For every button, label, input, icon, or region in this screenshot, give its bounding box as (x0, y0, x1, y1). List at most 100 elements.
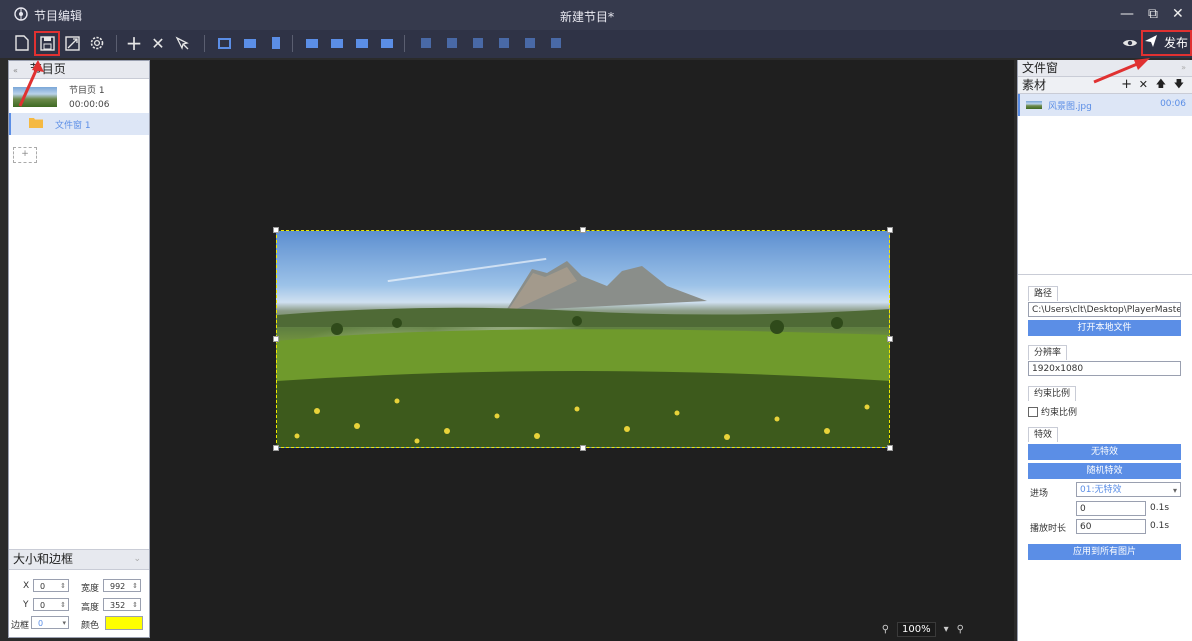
material-list-item[interactable]: 风景图.jpg 00:06 (1018, 94, 1192, 116)
window-name: 文件窗 1 (55, 121, 91, 131)
zoom-out-icon[interactable]: ⚲ (882, 624, 889, 635)
window-list-item[interactable]: 文件窗 1 (9, 113, 149, 135)
left-panel: « 节目页 节目页 1 00:00:06 文件窗 1 + 大小和边框 ⌄ X 0… (8, 60, 150, 638)
zoom-in-icon[interactable]: ⚲ (957, 624, 964, 635)
move-down-icon[interactable]: 🡇 (1174, 77, 1184, 93)
send-backward-icon[interactable] (377, 33, 397, 53)
play-duration-input[interactable]: 60 (1076, 519, 1146, 534)
path-tab[interactable]: 路径 (1028, 286, 1059, 301)
toolbar-divider (292, 35, 293, 52)
bring-front-icon[interactable] (302, 33, 322, 53)
app-logo-icon (14, 7, 28, 24)
effects-tab[interactable]: 特效 (1028, 427, 1059, 442)
app-title-group: 节目编辑 (14, 7, 82, 24)
main-toolbar: + ✕ 发布 (0, 30, 1192, 58)
material-duration: 00:06 (1160, 99, 1186, 109)
enter-dropdown-icon[interactable]: ▾ (1173, 483, 1177, 496)
title-bar: 节目编辑 新建节目* — ⧉ ✕ (0, 0, 1192, 30)
landscape-image[interactable] (276, 230, 890, 448)
page-duration: 00:00:06 (69, 100, 110, 110)
settings-gear-icon[interactable] (87, 33, 107, 53)
resize-handle-left[interactable] (273, 336, 279, 342)
collapse-right-icon[interactable]: » (1181, 60, 1186, 76)
toolbar-divider (404, 35, 405, 52)
apply-all-button[interactable]: 应用到所有图片 (1028, 544, 1181, 560)
zoom-control: ⚲ 100% ▾ ⚲ (882, 622, 964, 637)
color-swatch[interactable] (105, 616, 143, 630)
fit-height-icon[interactable] (266, 33, 286, 53)
save-highlight-box (34, 31, 60, 56)
resize-handle-top[interactable] (580, 227, 586, 233)
height-input[interactable]: 352 ⇕ (103, 598, 141, 611)
align-center-icon[interactable] (520, 33, 540, 53)
align-left-icon[interactable] (494, 33, 514, 53)
border-label: 边框 (11, 621, 30, 631)
resize-handle-tr[interactable] (887, 227, 893, 233)
materials-label: 素材 (1022, 78, 1047, 92)
y-input[interactable]: 0 ⇕ (33, 598, 69, 611)
width-spinner-icon[interactable]: ⇕ (132, 580, 138, 593)
zoom-dropdown-icon[interactable]: ▾ (944, 624, 949, 635)
canvas-area: ⚲ 100% ▾ ⚲ (150, 60, 1014, 641)
path-field[interactable]: C:\Users\clt\Desktop\PlayerMaster图片\J (1028, 302, 1181, 317)
add-page-button[interactable]: + (13, 147, 37, 163)
preview-eye-icon[interactable] (1120, 33, 1140, 53)
right-panel: 文件窗 » 素材 + ✕ 🡅 🡇 风景图.jpg 00:06 路径 C:\Use… (1017, 60, 1192, 641)
fit-window-icon[interactable] (214, 33, 234, 53)
resize-handle-right[interactable] (887, 336, 893, 342)
resolution-field[interactable]: 1920x1080 (1028, 361, 1181, 376)
y-spinner-icon[interactable]: ⇕ (60, 599, 66, 612)
resize-handle-bottom[interactable] (580, 445, 586, 451)
align-bottom-icon[interactable] (468, 33, 488, 53)
enter-effect-select[interactable]: 01:无特效 ▾ (1076, 482, 1181, 497)
restore-icon[interactable]: ⧉ (1148, 6, 1158, 22)
add-icon[interactable]: + (124, 31, 144, 55)
move-up-icon[interactable]: 🡅 (1156, 77, 1166, 93)
toolbar-divider (204, 35, 205, 52)
resize-handle-bl[interactable] (273, 445, 279, 451)
align-top-icon[interactable] (416, 33, 436, 53)
enter-time-input[interactable]: 0 (1076, 501, 1146, 516)
constraint-checkbox[interactable] (1028, 406, 1038, 417)
publish-highlight-box (1141, 30, 1192, 56)
constraint-checkbox-label: 约束比例 (1041, 408, 1078, 418)
constraint-tab[interactable]: 约束比例 (1028, 386, 1077, 401)
border-select[interactable]: 0 ▾ (31, 616, 69, 629)
fit-width-icon[interactable] (240, 33, 260, 53)
delete-icon[interactable]: ✕ (148, 33, 168, 53)
no-effect-button[interactable]: 无特效 (1028, 444, 1181, 460)
resolution-tab[interactable]: 分辨率 (1028, 345, 1068, 360)
resize-handle-br[interactable] (887, 445, 893, 451)
close-icon[interactable]: ✕ (1172, 6, 1184, 22)
y-label: Y (23, 600, 29, 610)
play-duration-unit: 0.1s (1150, 521, 1170, 531)
size-panel-chevron-icon[interactable]: ⌄ (133, 550, 141, 569)
random-effect-button[interactable]: 随机特效 (1028, 463, 1181, 479)
x-spinner-icon[interactable]: ⇕ (60, 580, 66, 593)
document-title: 新建节目* (560, 10, 615, 24)
select-pointer-icon[interactable] (172, 33, 192, 53)
border-dropdown-icon[interactable]: ▾ (62, 617, 66, 630)
size-panel-header: 大小和边框 ⌄ (9, 550, 149, 570)
enter-time-unit: 0.1s (1150, 503, 1170, 513)
export-icon[interactable] (62, 33, 82, 53)
height-spinner-icon[interactable]: ⇕ (132, 599, 138, 612)
align-middle-icon[interactable] (442, 33, 462, 53)
x-label: X (23, 581, 30, 591)
page-name: 节目页 1 (69, 86, 105, 96)
minimize-icon[interactable]: — (1120, 6, 1134, 22)
align-right-icon[interactable] (546, 33, 566, 53)
constraint-checkbox-row[interactable]: 约束比例 (1028, 405, 1077, 418)
send-back-icon[interactable] (327, 33, 347, 53)
annotation-arrow-publish (1093, 58, 1150, 84)
zoom-value[interactable]: 100% (897, 622, 936, 637)
width-label: 宽度 (81, 584, 100, 594)
new-file-icon[interactable] (12, 33, 32, 53)
landscape-illustration (277, 261, 889, 447)
bring-forward-icon[interactable] (352, 33, 372, 53)
resize-handle-tl[interactable] (273, 227, 279, 233)
open-local-file-button[interactable]: 打开本地文件 (1028, 320, 1181, 336)
width-input[interactable]: 992 ⇕ (103, 579, 141, 592)
x-input[interactable]: 0 ⇕ (33, 579, 69, 592)
size-panel-title: 大小和边框 (13, 552, 74, 566)
